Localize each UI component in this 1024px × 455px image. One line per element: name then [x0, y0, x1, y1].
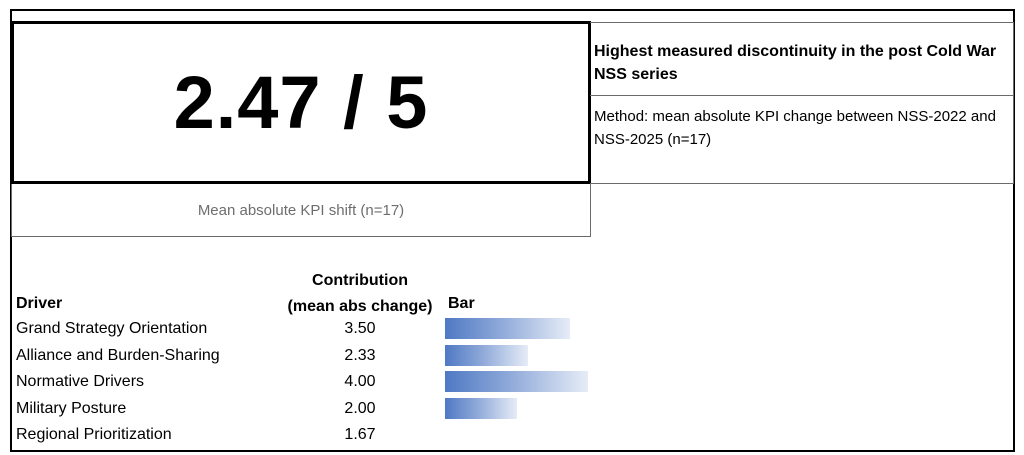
contribution-value: 4.00: [344, 373, 376, 390]
contribution-value: 3.50: [344, 320, 376, 337]
contribution-bar: [445, 344, 528, 366]
contribution-value: 2.00: [344, 399, 376, 417]
contribution-value: 2.33: [344, 346, 376, 364]
score-subtitle-cell: Mean absolute KPI shift (n=17): [11, 184, 591, 237]
driver-label: Military Posture: [16, 399, 127, 417]
driver-label: Alliance and Burden-Sharing: [16, 346, 220, 364]
score-value: 2.47 / 5: [173, 61, 429, 144]
column-header-contribution-line1: Contribution: [312, 272, 408, 289]
column-header-contribution: Contribution (mean abs change): [270, 268, 450, 320]
contribution-value: 1.67: [344, 426, 376, 443]
driver-label: Normative Drivers: [16, 373, 145, 390]
method-text: Method: mean absolute KPI change between…: [594, 108, 996, 148]
score-subtitle: Mean absolute KPI shift (n=17): [197, 201, 405, 219]
column-header-driver: Driver: [16, 295, 63, 312]
column-header-contribution-line2: (mean abs change): [287, 298, 433, 315]
driver-label: Regional Prioritization: [16, 426, 172, 443]
driver-label: Grand Strategy Orientation: [16, 320, 208, 337]
score-card: 2.47 / 5: [11, 21, 591, 184]
headline-text: Highest measured discontinuity in the po…: [594, 43, 997, 83]
contribution-bar: [445, 397, 517, 419]
method-cell: Method: mean absolute KPI change between…: [590, 96, 1014, 184]
contribution-bar: [445, 318, 570, 339]
column-header-bar: Bar: [448, 295, 475, 312]
headline-cell: Highest measured discontinuity in the po…: [590, 22, 1014, 96]
contribution-bar: [445, 371, 588, 392]
